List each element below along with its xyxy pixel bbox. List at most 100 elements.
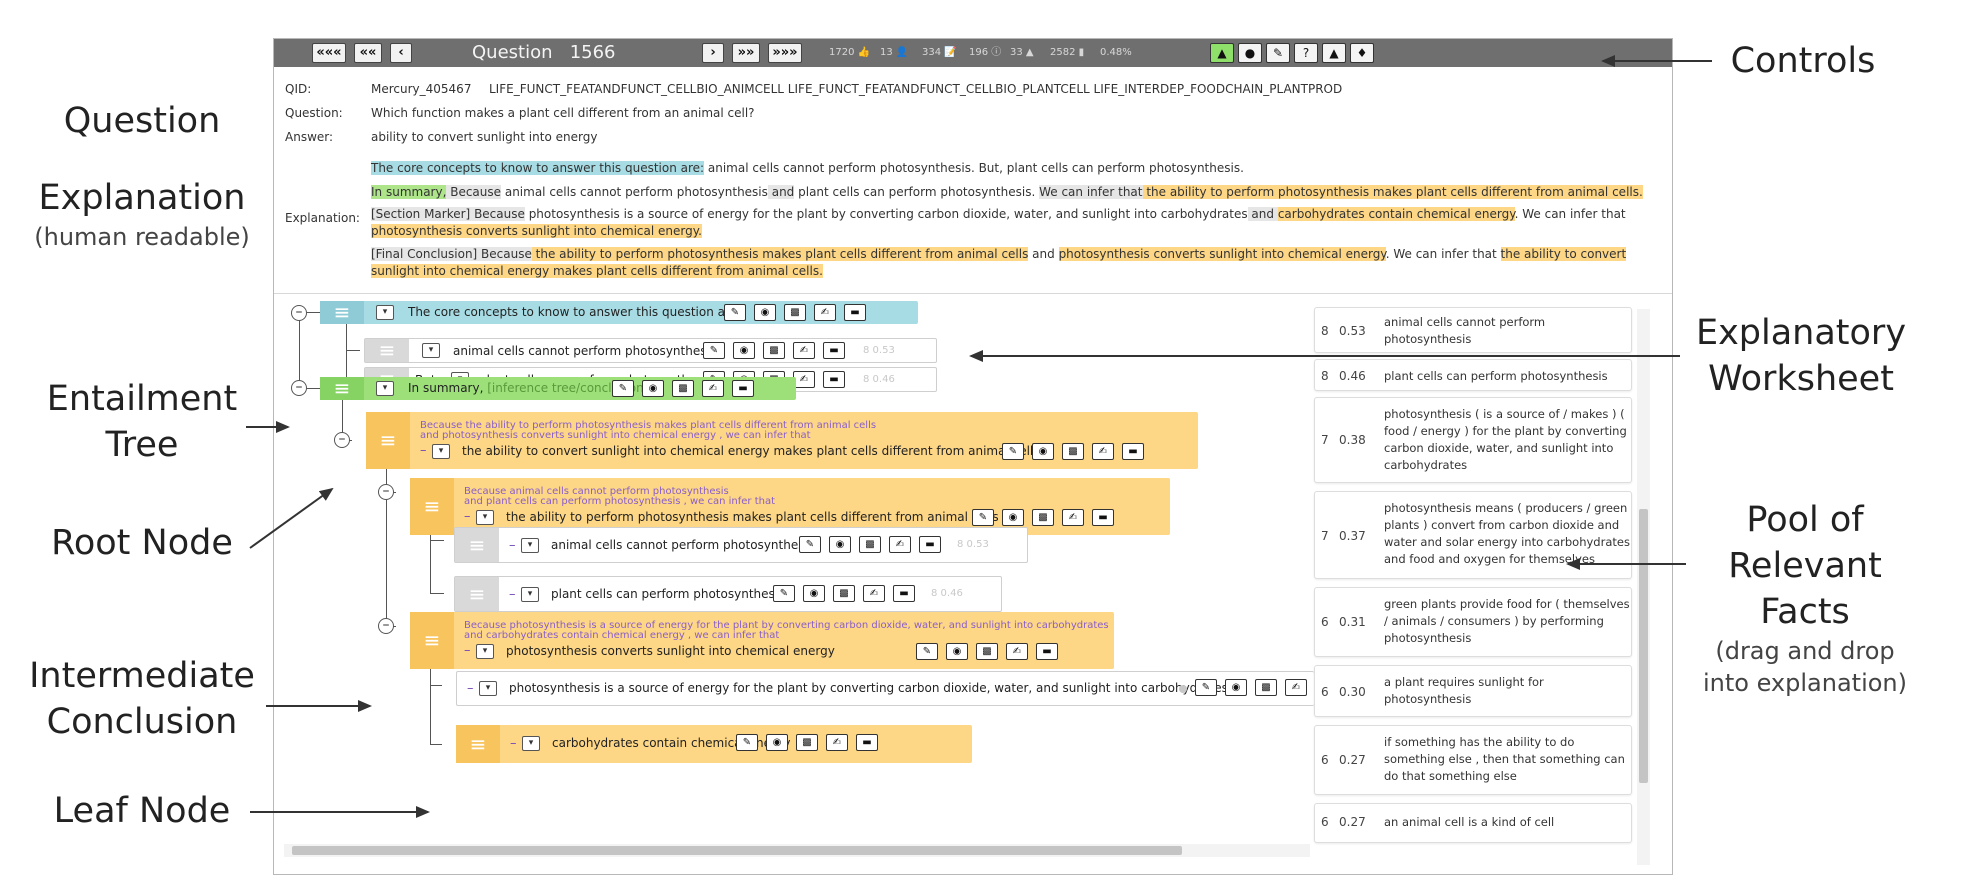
leaf-node[interactable]: ≡ – ▾ animal cells cannot perform photos… — [454, 527, 1028, 563]
core-concepts-node[interactable]: ≡ ▾ The core concepts to know to answer … — [320, 301, 918, 324]
drag-handle[interactable]: ≡ — [455, 577, 499, 611]
view-eye-icon[interactable]: ◉ — [1002, 509, 1024, 526]
edit-note-icon[interactable]: ✍ — [1285, 679, 1307, 696]
collapse-toggle[interactable]: – — [378, 484, 394, 500]
next-question-button[interactable]: › — [702, 43, 724, 63]
remove-icon[interactable]: ▬ — [919, 536, 941, 553]
warning-icon[interactable]: ▲ — [1322, 43, 1346, 63]
edit-pencil-icon[interactable]: ✎ — [1002, 443, 1024, 460]
scrollbar-thumb[interactable] — [1639, 509, 1648, 783]
edit-icon[interactable]: ✎ — [1266, 43, 1290, 63]
view-eye-icon[interactable]: ◉ — [1032, 443, 1054, 460]
edit-pencil-icon[interactable]: ✎ — [612, 380, 634, 397]
edit-note-icon[interactable]: ✍ — [826, 734, 848, 751]
fact-card[interactable]: 7 0.38 photosynthesis ( is a source of /… — [1314, 397, 1632, 483]
horizontal-scrollbar[interactable] — [284, 844, 1310, 857]
copy-icon[interactable]: ▩ — [763, 342, 785, 359]
copy-icon[interactable]: ▩ — [833, 585, 855, 602]
edit-pencil-icon[interactable]: ✎ — [1195, 679, 1217, 696]
remove-icon[interactable]: ▬ — [844, 304, 866, 321]
next-10-button[interactable]: »» — [732, 43, 760, 63]
node-type-select[interactable]: ▾ — [422, 343, 440, 358]
remove-icon[interactable]: ▬ — [893, 585, 915, 602]
prev-question-button[interactable]: ‹ — [390, 43, 412, 63]
drag-handle[interactable]: ≡ — [365, 339, 409, 362]
edit-note-icon[interactable]: ✍ — [702, 380, 724, 397]
view-eye-icon[interactable]: ◉ — [754, 304, 776, 321]
edit-note-icon[interactable]: ✍ — [793, 342, 815, 359]
drag-handle[interactable]: ≡ — [320, 377, 364, 400]
copy-icon[interactable]: ▩ — [859, 536, 881, 553]
collapse-toggle[interactable]: – — [291, 305, 307, 321]
remove-icon[interactable]: ▬ — [732, 380, 754, 397]
drag-handle[interactable]: ≡ — [410, 612, 454, 669]
view-eye-icon[interactable]: ◉ — [946, 643, 968, 660]
leaf-node[interactable]: – ▾ photosynthesis is a source of energy… — [456, 671, 1314, 706]
leaf-node[interactable]: ≡ – ▾ plant cells can perform photosynth… — [454, 576, 1002, 612]
remove-icon[interactable]: ▬ — [856, 734, 878, 751]
view-eye-icon[interactable]: ◉ — [642, 380, 664, 397]
help-icon[interactable]: ? — [1294, 43, 1318, 63]
node-type-select[interactable]: ▾ — [376, 381, 394, 396]
view-eye-icon[interactable]: ◉ — [1225, 679, 1247, 696]
node-type-select[interactable]: ▾ — [476, 510, 494, 525]
copy-icon[interactable]: ▩ — [1062, 443, 1084, 460]
view-eye-icon[interactable]: ◉ — [803, 585, 825, 602]
fact-card[interactable]: 8 0.53 animal cells cannot perform photo… — [1314, 307, 1632, 353]
node-type-select[interactable]: ▾ — [476, 644, 494, 659]
edit-note-icon[interactable]: ✍ — [889, 536, 911, 553]
remove-icon[interactable]: ▬ — [1092, 509, 1114, 526]
intermediate-conclusion-node[interactable]: ≡ Because photosynthesis is a source of … — [410, 612, 1114, 669]
node-type-select[interactable]: ▾ — [376, 305, 394, 320]
edit-note-icon[interactable]: ✍ — [1092, 443, 1114, 460]
node-type-select[interactable]: ▾ — [432, 444, 450, 459]
fact-card[interactable]: 8 0.46 plant cells can perform photosynt… — [1314, 359, 1632, 391]
edit-pencil-icon[interactable]: ✎ — [736, 734, 758, 751]
edit-pencil-icon[interactable]: ✎ — [724, 304, 746, 321]
node-type-select[interactable]: ▾ — [521, 538, 539, 553]
view-eye-icon[interactable]: ◉ — [829, 536, 851, 553]
copy-icon[interactable]: ▩ — [672, 380, 694, 397]
remove-icon[interactable]: ▬ — [823, 342, 845, 359]
drag-handle[interactable]: ≡ — [455, 528, 499, 562]
fact-card[interactable]: 6 0.27 an animal cell is a kind of cell — [1314, 803, 1632, 843]
leaf-node[interactable]: ≡ ▾ animal cells cannot perform photosyn… — [364, 338, 937, 363]
node-type-select[interactable]: ▾ — [521, 587, 539, 602]
collapse-toggle[interactable]: – — [334, 432, 350, 448]
drag-handle[interactable]: ≡ — [410, 478, 454, 535]
edit-note-icon[interactable]: ✍ — [1006, 643, 1028, 660]
summary-node[interactable]: ≡ ▾ In summary, [inference tree/conclusi… — [320, 377, 796, 400]
thumbs-up-icon[interactable]: ▲ — [1210, 43, 1234, 63]
node-type-select[interactable]: ▾ — [522, 736, 540, 751]
remove-icon[interactable]: ▬ — [1122, 443, 1144, 460]
edit-pencil-icon[interactable]: ✎ — [799, 536, 821, 553]
vertical-scrollbar[interactable] — [1637, 309, 1650, 865]
edit-pencil-icon[interactable]: ✎ — [703, 342, 725, 359]
drag-handle[interactable]: ≡ — [456, 725, 500, 763]
edit-pencil-icon[interactable]: ✎ — [916, 643, 938, 660]
collapse-toggle[interactable]: – — [291, 380, 307, 396]
copy-icon[interactable]: ▩ — [796, 734, 818, 751]
fact-card[interactable]: 6 0.30 a plant requires sunlight for pho… — [1314, 665, 1632, 717]
edit-note-icon[interactable]: ✍ — [1062, 509, 1084, 526]
fact-card[interactable]: 6 0.31 green plants provide food for ( t… — [1314, 587, 1632, 657]
copy-icon[interactable]: ▩ — [1255, 679, 1277, 696]
copy-icon[interactable]: ▩ — [1032, 509, 1054, 526]
copy-icon[interactable]: ▩ — [784, 304, 806, 321]
edit-note-icon[interactable]: ✍ — [814, 304, 836, 321]
view-eye-icon[interactable]: ◉ — [733, 342, 755, 359]
leaf-node[interactable]: ≡ – ▾ carbohydrates contain chemical ene… — [456, 725, 972, 763]
edit-note-icon[interactable]: ✍ — [793, 371, 815, 388]
collapse-toggle[interactable]: – — [378, 618, 394, 634]
edit-pencil-icon[interactable]: ✎ — [972, 509, 994, 526]
remove-icon[interactable]: ▬ — [823, 371, 845, 388]
view-eye-icon[interactable]: ◉ — [766, 734, 788, 751]
scrollbar-thumb[interactable] — [292, 846, 1182, 855]
copy-icon[interactable]: ▩ — [976, 643, 998, 660]
edit-note-icon[interactable]: ✍ — [863, 585, 885, 602]
last-question-button[interactable]: »»» — [768, 43, 802, 63]
fact-card[interactable]: 7 0.37 photosynthesis means ( producers … — [1314, 491, 1632, 579]
fact-card[interactable]: 6 0.27 if something has the ability to d… — [1314, 725, 1632, 795]
node-type-select[interactable]: ▾ — [479, 681, 497, 696]
remove-icon[interactable]: ▬ — [1036, 643, 1058, 660]
